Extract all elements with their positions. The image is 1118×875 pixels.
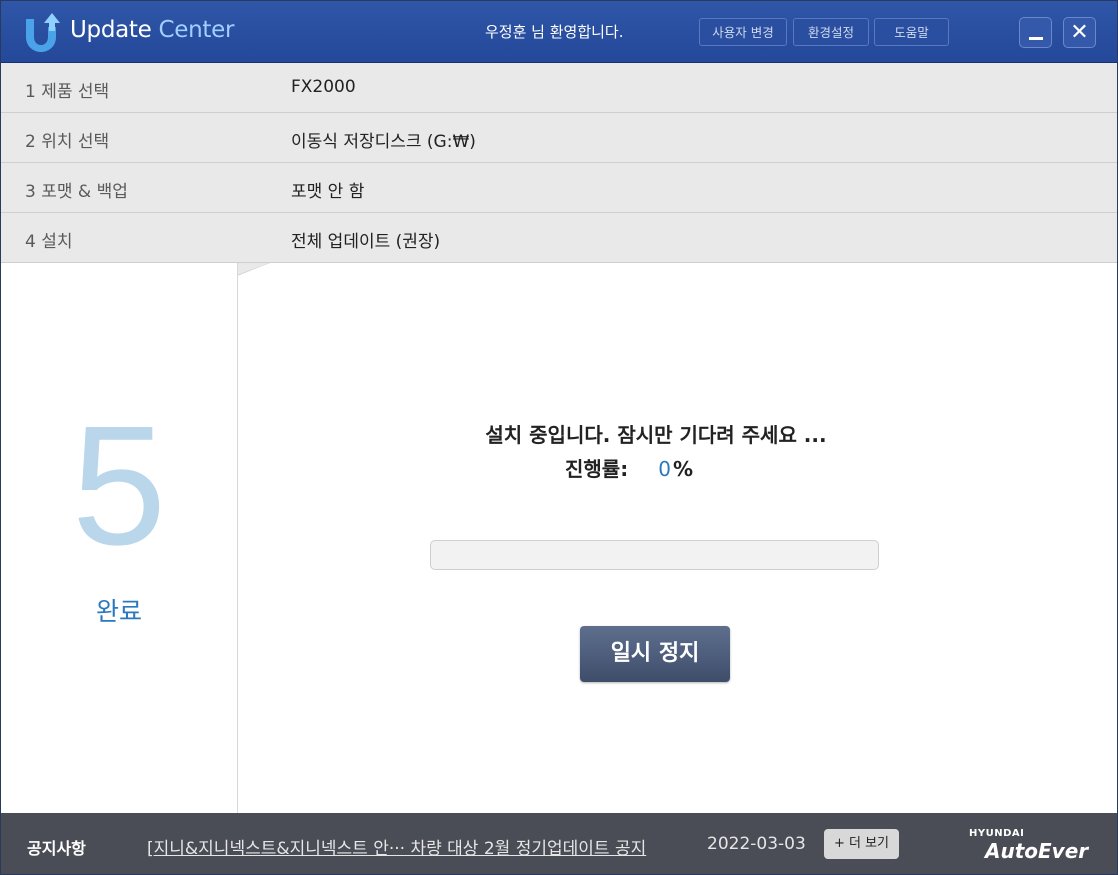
notice-label: 공지사항 xyxy=(27,839,86,858)
current-step-number: 5 xyxy=(71,391,167,581)
notice-date: 2022-03-03 xyxy=(707,834,806,854)
install-status-text: 설치 중입니다. 잠시만 기다려 주세요 ... xyxy=(485,423,827,447)
more-notices-button[interactable]: + 더 보기 xyxy=(824,829,899,859)
step-value: FX2000 xyxy=(291,77,356,97)
step-label: 4 설치 xyxy=(25,232,73,252)
change-user-button[interactable]: 사용자 변경 xyxy=(699,18,787,46)
progress-bar xyxy=(430,540,879,570)
progress-readout: 진행률: 0% xyxy=(565,453,693,482)
step-row-install: 4 설치 전체 업데이트 (권장) xyxy=(1,213,1117,276)
update-arrow-logo-icon xyxy=(26,13,60,52)
step-label: 3 포맷 & 백업 xyxy=(25,182,128,202)
step-value: 전체 업데이트 (권장) xyxy=(291,232,441,252)
title-bar[interactable]: Update Center 우정훈 님 환영합니다. 사용자 변경 환경설정 도… xyxy=(1,1,1117,63)
step-value: 이동식 저장디스크 (G:₩) xyxy=(291,132,476,152)
step-row-format: 3 포맷 & 백업 포맷 안 함 xyxy=(1,163,1117,226)
welcome-message: 우정훈 님 환영합니다. xyxy=(485,23,624,41)
notice-footer: 공지사항 [지니&지니넥스트&지니넥스트 안··· 차량 대상 2월 정기업데이… xyxy=(1,813,1117,874)
update-center-window: Update Center 우정훈 님 환영합니다. 사용자 변경 환경설정 도… xyxy=(0,0,1118,875)
app-title-part2: Center xyxy=(158,17,235,43)
pause-button[interactable]: 일시 정지 xyxy=(580,626,730,682)
step-row-location: 2 위치 선택 이동식 저장디스크 (G:₩) xyxy=(1,113,1117,176)
app-title-part1: Update xyxy=(70,17,152,43)
progress-label: 진행률: xyxy=(565,457,629,481)
current-step-label: 완료 xyxy=(95,597,142,626)
brand-logo: AutoEver xyxy=(985,839,1089,863)
close-icon: ✕ xyxy=(1070,20,1089,45)
app-title: Update Center xyxy=(70,17,234,43)
step-label: 2 위치 선택 xyxy=(25,132,110,152)
minimize-icon xyxy=(1029,37,1043,40)
progress-percent-symbol: % xyxy=(672,457,693,481)
close-button[interactable]: ✕ xyxy=(1063,17,1096,48)
help-button[interactable]: 도움말 xyxy=(874,18,949,46)
brand-logo-small: HYUNDAI xyxy=(969,828,1025,839)
step-value: 포맷 안 함 xyxy=(291,182,365,202)
minimize-button[interactable] xyxy=(1019,17,1052,48)
settings-button[interactable]: 환경설정 xyxy=(793,18,869,46)
notice-link[interactable]: [지니&지니넥스트&지니넥스트 안··· 차량 대상 2월 정기업데이트 공지 xyxy=(147,834,646,859)
step-row-product: 1 제품 선택 FX2000 xyxy=(1,63,1117,126)
progress-value: 0 xyxy=(658,457,671,481)
step-label: 1 제품 선택 xyxy=(25,82,110,102)
